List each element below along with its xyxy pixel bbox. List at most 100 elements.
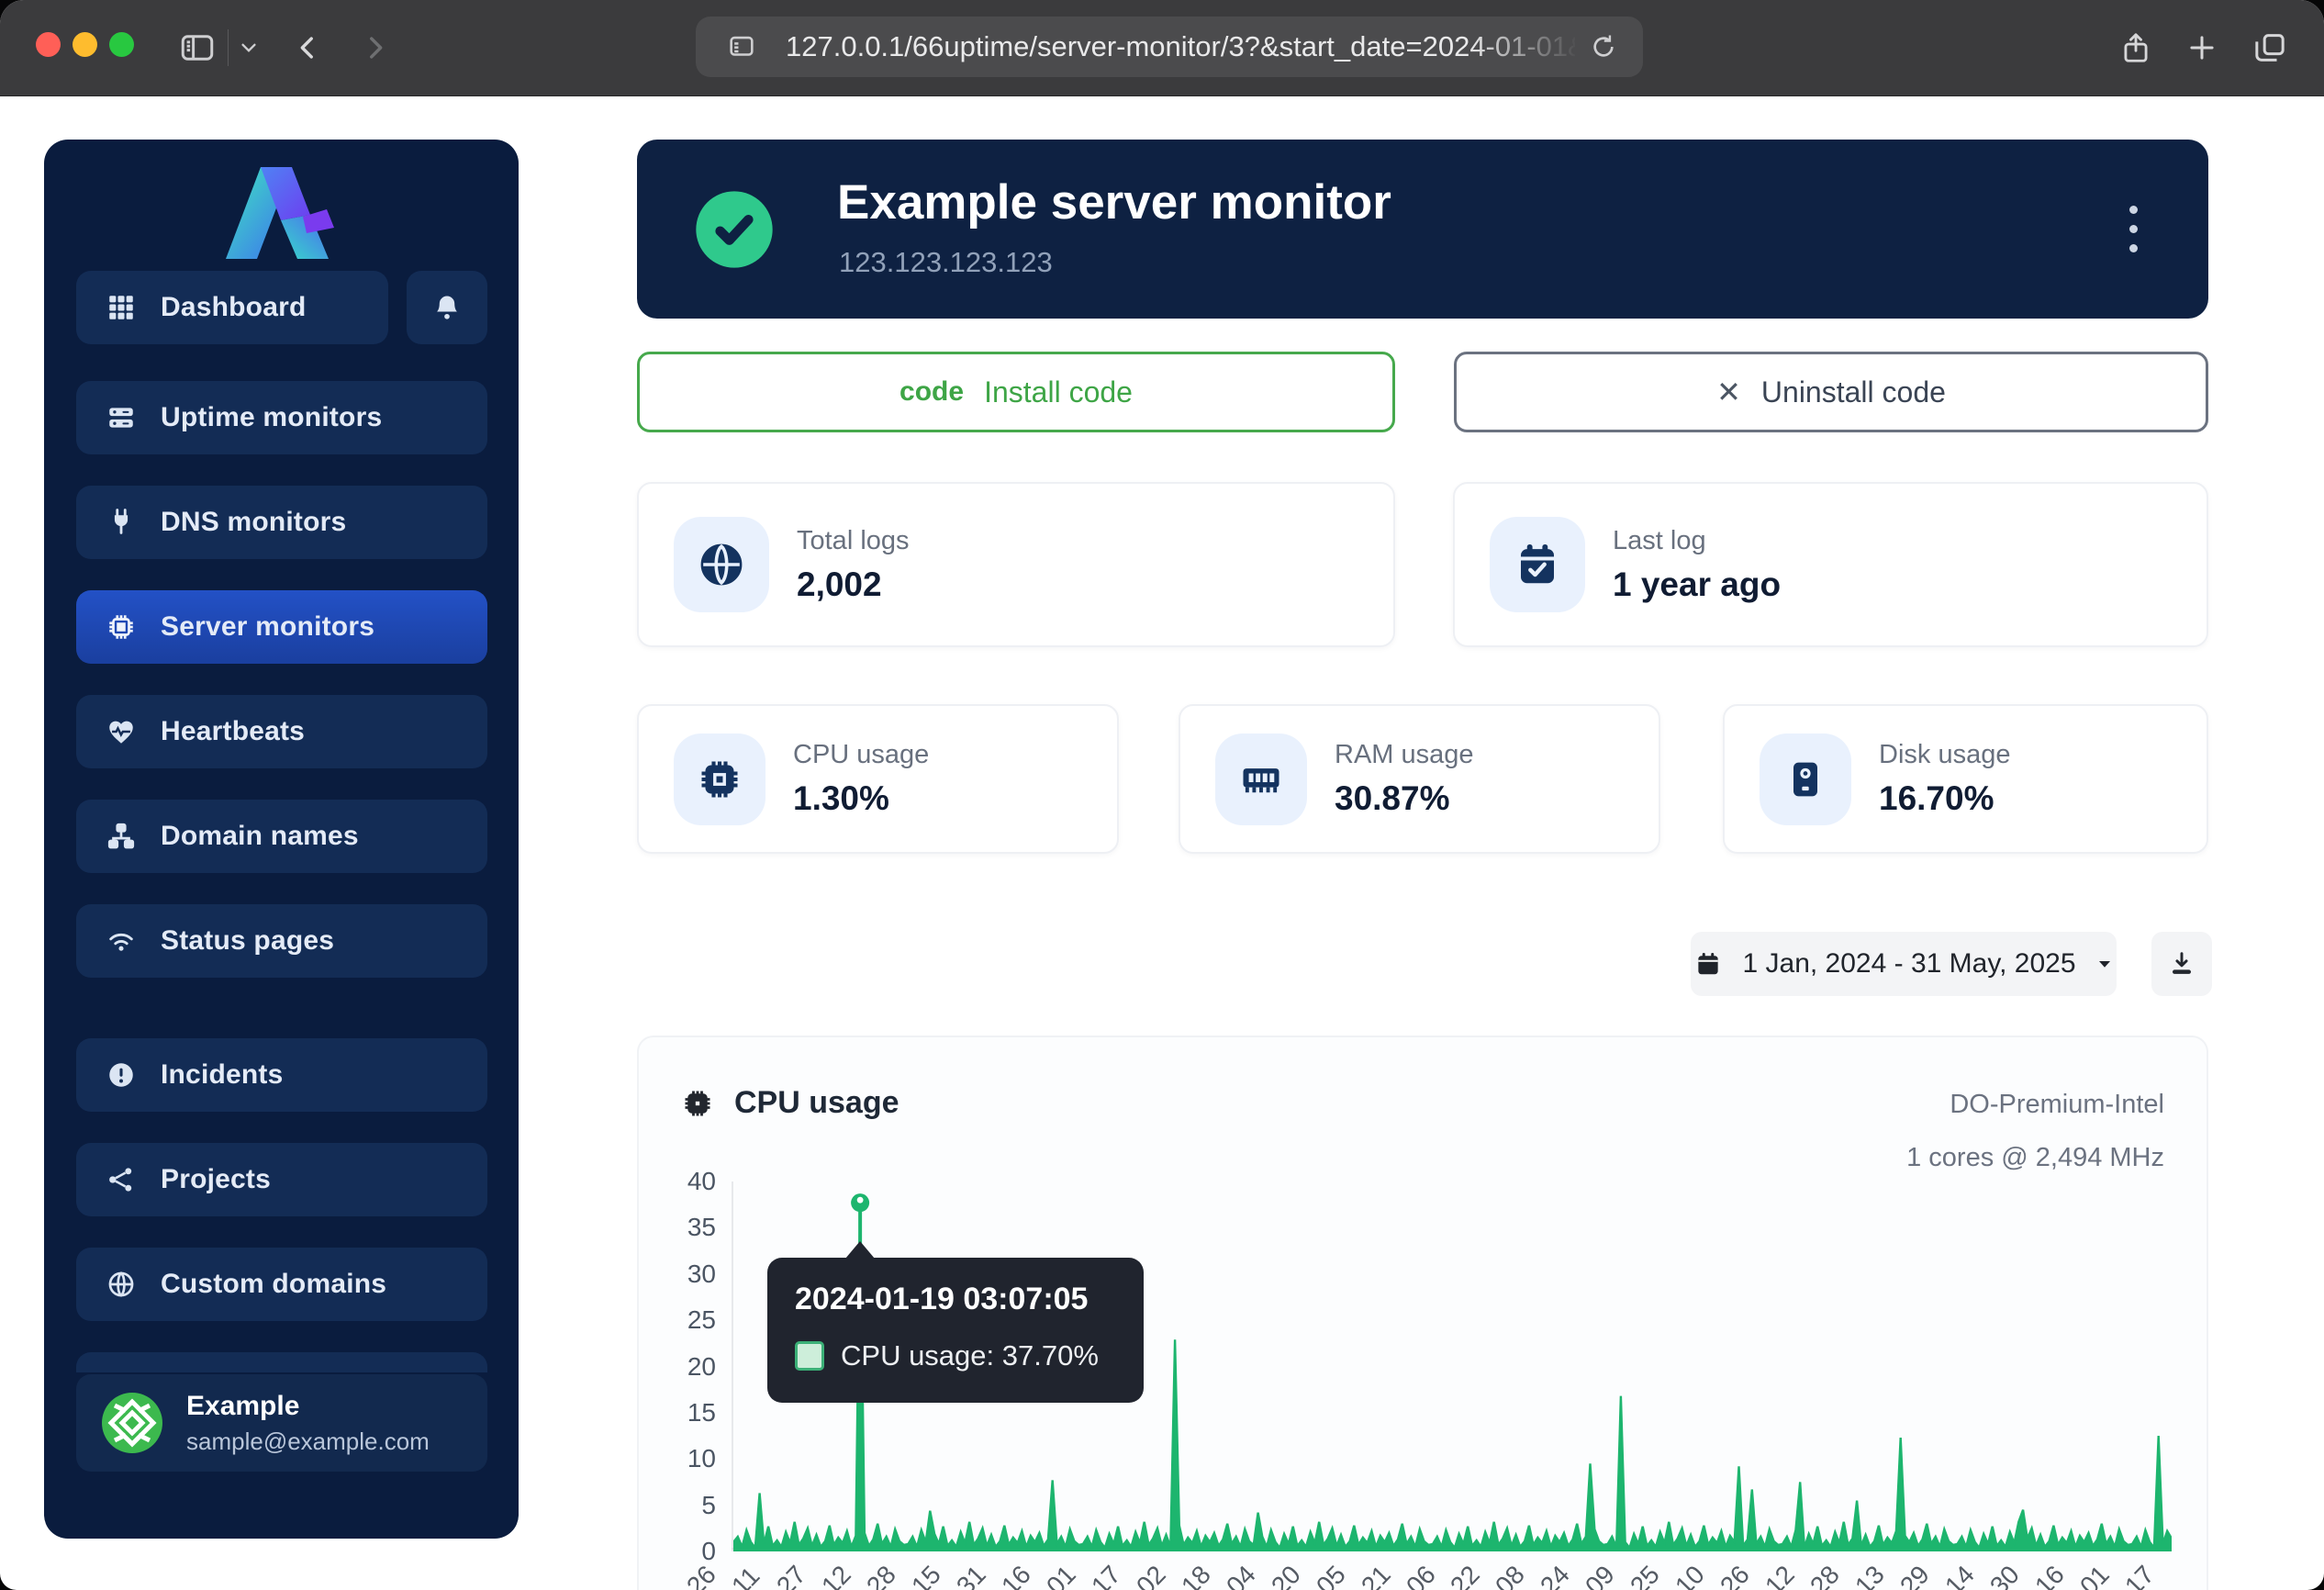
disk-usage-card: Disk usage 16.70% [1723,704,2208,854]
cpu-chip-icon [106,611,137,643]
sitemap-icon [106,821,137,852]
share-icon[interactable] [2111,0,2161,95]
forward-button-icon[interactable] [354,0,397,95]
date-range-label: 1 Jan, 2024 - 31 May, 2025 [1742,948,2075,980]
download-button[interactable] [2151,932,2212,996]
sidebar-item-projects[interactable]: Projects [76,1143,487,1216]
sidebar-item-label: Dashboard [161,292,307,323]
address-bar[interactable]: 127.0.0.1/66uptime/server-monitor/3?&sta… [696,17,1643,77]
x-tick-label: 06 [1400,1560,1441,1590]
stat-value: 1 year ago [1613,565,1781,604]
x-tick-label: 30 [1984,1560,2026,1590]
y-tick-label: 30 [642,1260,716,1289]
sidebar: Dashboard Uptime monitors DNS monitors S… [44,140,519,1539]
stat-label: Last log [1613,526,1781,556]
bell-icon [431,292,463,323]
sidebar-item-dashboard[interactable]: Dashboard [76,271,388,344]
stat-label: Disk usage [1879,740,2010,770]
cpu-usage-plot[interactable]: 2024-01-19 03:07:05 CPU usage: 37.70% [733,1181,2172,1551]
x-tick-label: 31 [951,1560,992,1590]
sidebar-item-partial [76,1352,487,1372]
site-settings-icon[interactable] [718,17,765,77]
x-tick-label: 16 [996,1560,1037,1590]
sidebar-item-incidents[interactable]: Incidents [76,1038,487,1112]
caret-down-icon [2096,956,2113,972]
globe-icon [674,517,769,612]
sidebar-item-custom-domains[interactable]: Custom domains [76,1248,487,1321]
profile-email: sample@example.com [186,1428,430,1456]
x-tick-label: 09 [1580,1560,1621,1590]
profile-card[interactable]: Example sample@example.com [76,1374,487,1472]
server-cores: 1 cores @ 2,494 MHz [1906,1131,2164,1184]
tabs-overview-icon[interactable] [2243,0,2296,95]
app-logo [189,156,373,266]
sidebar-item-label: Projects [161,1164,271,1195]
browser-window: 127.0.0.1/66uptime/server-monitor/3?&sta… [0,0,2324,1590]
x-tick-label: 28 [861,1560,902,1590]
cpu-usage-card: CPU usage 1.30% [637,704,1119,854]
y-tick-label: 15 [642,1398,716,1428]
browser-toolbar: 127.0.0.1/66uptime/server-monitor/3?&sta… [0,0,2324,96]
stat-value: 2,002 [797,565,910,604]
sidebar-item-label: Custom domains [161,1269,386,1300]
uninstall-code-button[interactable]: ✕ Uninstall code [1454,352,2208,432]
sidebar-item-heartbeats[interactable]: Heartbeats [76,695,487,768]
monitor-title: Example server monitor [837,174,1391,230]
uninstall-code-label: Uninstall code [1761,375,1946,409]
stat-label: Total logs [797,526,910,556]
sidebar-item-server-monitors[interactable]: Server monitors [76,590,487,664]
memory-icon [1215,733,1307,825]
y-tick-label: 25 [642,1305,716,1335]
stat-label: CPU usage [793,740,929,770]
sidebar-item-dns-monitors[interactable]: DNS monitors [76,486,487,559]
plug-icon [106,507,137,538]
reload-icon[interactable] [1579,17,1628,77]
heart-pulse-icon [106,716,137,747]
sidebar-toggle-icon[interactable] [176,0,218,95]
toolbar-divider [228,29,229,66]
y-tick-label: 35 [642,1213,716,1242]
install-code-button[interactable]: code Install code [637,352,1395,432]
cpu-chart-card: CPU usage DO-Premium-Intel 1 cores @ 2,4… [637,1036,2208,1590]
new-tab-icon[interactable] [2177,0,2227,95]
sidebar-item-status-pages[interactable]: Status pages [76,904,487,978]
code-icon: code [899,376,964,408]
sidebar-item-domain-names[interactable]: Domain names [76,800,487,873]
chevron-down-icon[interactable] [233,0,264,95]
x-tick-label: 01 [1041,1560,1082,1590]
tooltip-value: CPU usage: 37.70% [841,1339,1099,1372]
date-range-button[interactable]: 1 Jan, 2024 - 31 May, 2025 [1691,932,2117,996]
kebab-menu-icon[interactable] [2106,187,2161,270]
sidebar-item-label: Uptime monitors [161,402,382,433]
x-tick-label: 05 [1311,1560,1352,1590]
y-tick-label: 20 [642,1352,716,1382]
globe-icon [106,1269,137,1300]
x-tick-label: 10 [1670,1560,1711,1590]
avatar [102,1393,162,1453]
x-tick-label: 25 [1625,1560,1666,1590]
notifications-button[interactable] [407,271,487,344]
x-tick-label: 26 [1715,1560,1756,1590]
x-tick-label: 12 [816,1560,857,1590]
back-button-icon[interactable] [286,0,329,95]
close-window-button[interactable] [36,32,61,57]
x-axis-labels: 2611271228153116011702180420052106220824… [733,1557,2172,1590]
tooltip-caret [845,1241,875,1259]
y-tick-label: 10 [642,1444,716,1473]
maximize-window-button[interactable] [109,32,134,57]
download-icon [2167,949,2196,979]
x-tick-label: 21 [1356,1560,1397,1590]
server-stack-icon [106,402,137,433]
total-logs-card: Total logs 2,002 [637,482,1395,647]
tooltip-datetime: 2024-01-19 03:07:05 [795,1282,1116,1317]
minimize-window-button[interactable] [73,32,97,57]
x-tick-label: 01 [2074,1560,2116,1590]
y-axis: 4035302520151050 [639,1181,723,1551]
cpu-chip-icon [681,1087,714,1120]
stat-label: RAM usage [1335,740,1474,770]
x-tick-label: 29 [1894,1560,1936,1590]
sidebar-item-uptime-monitors[interactable]: Uptime monitors [76,381,487,454]
sidebar-item-label: Heartbeats [161,716,305,747]
profile-name: Example [186,1391,430,1422]
series-swatch [795,1341,824,1371]
